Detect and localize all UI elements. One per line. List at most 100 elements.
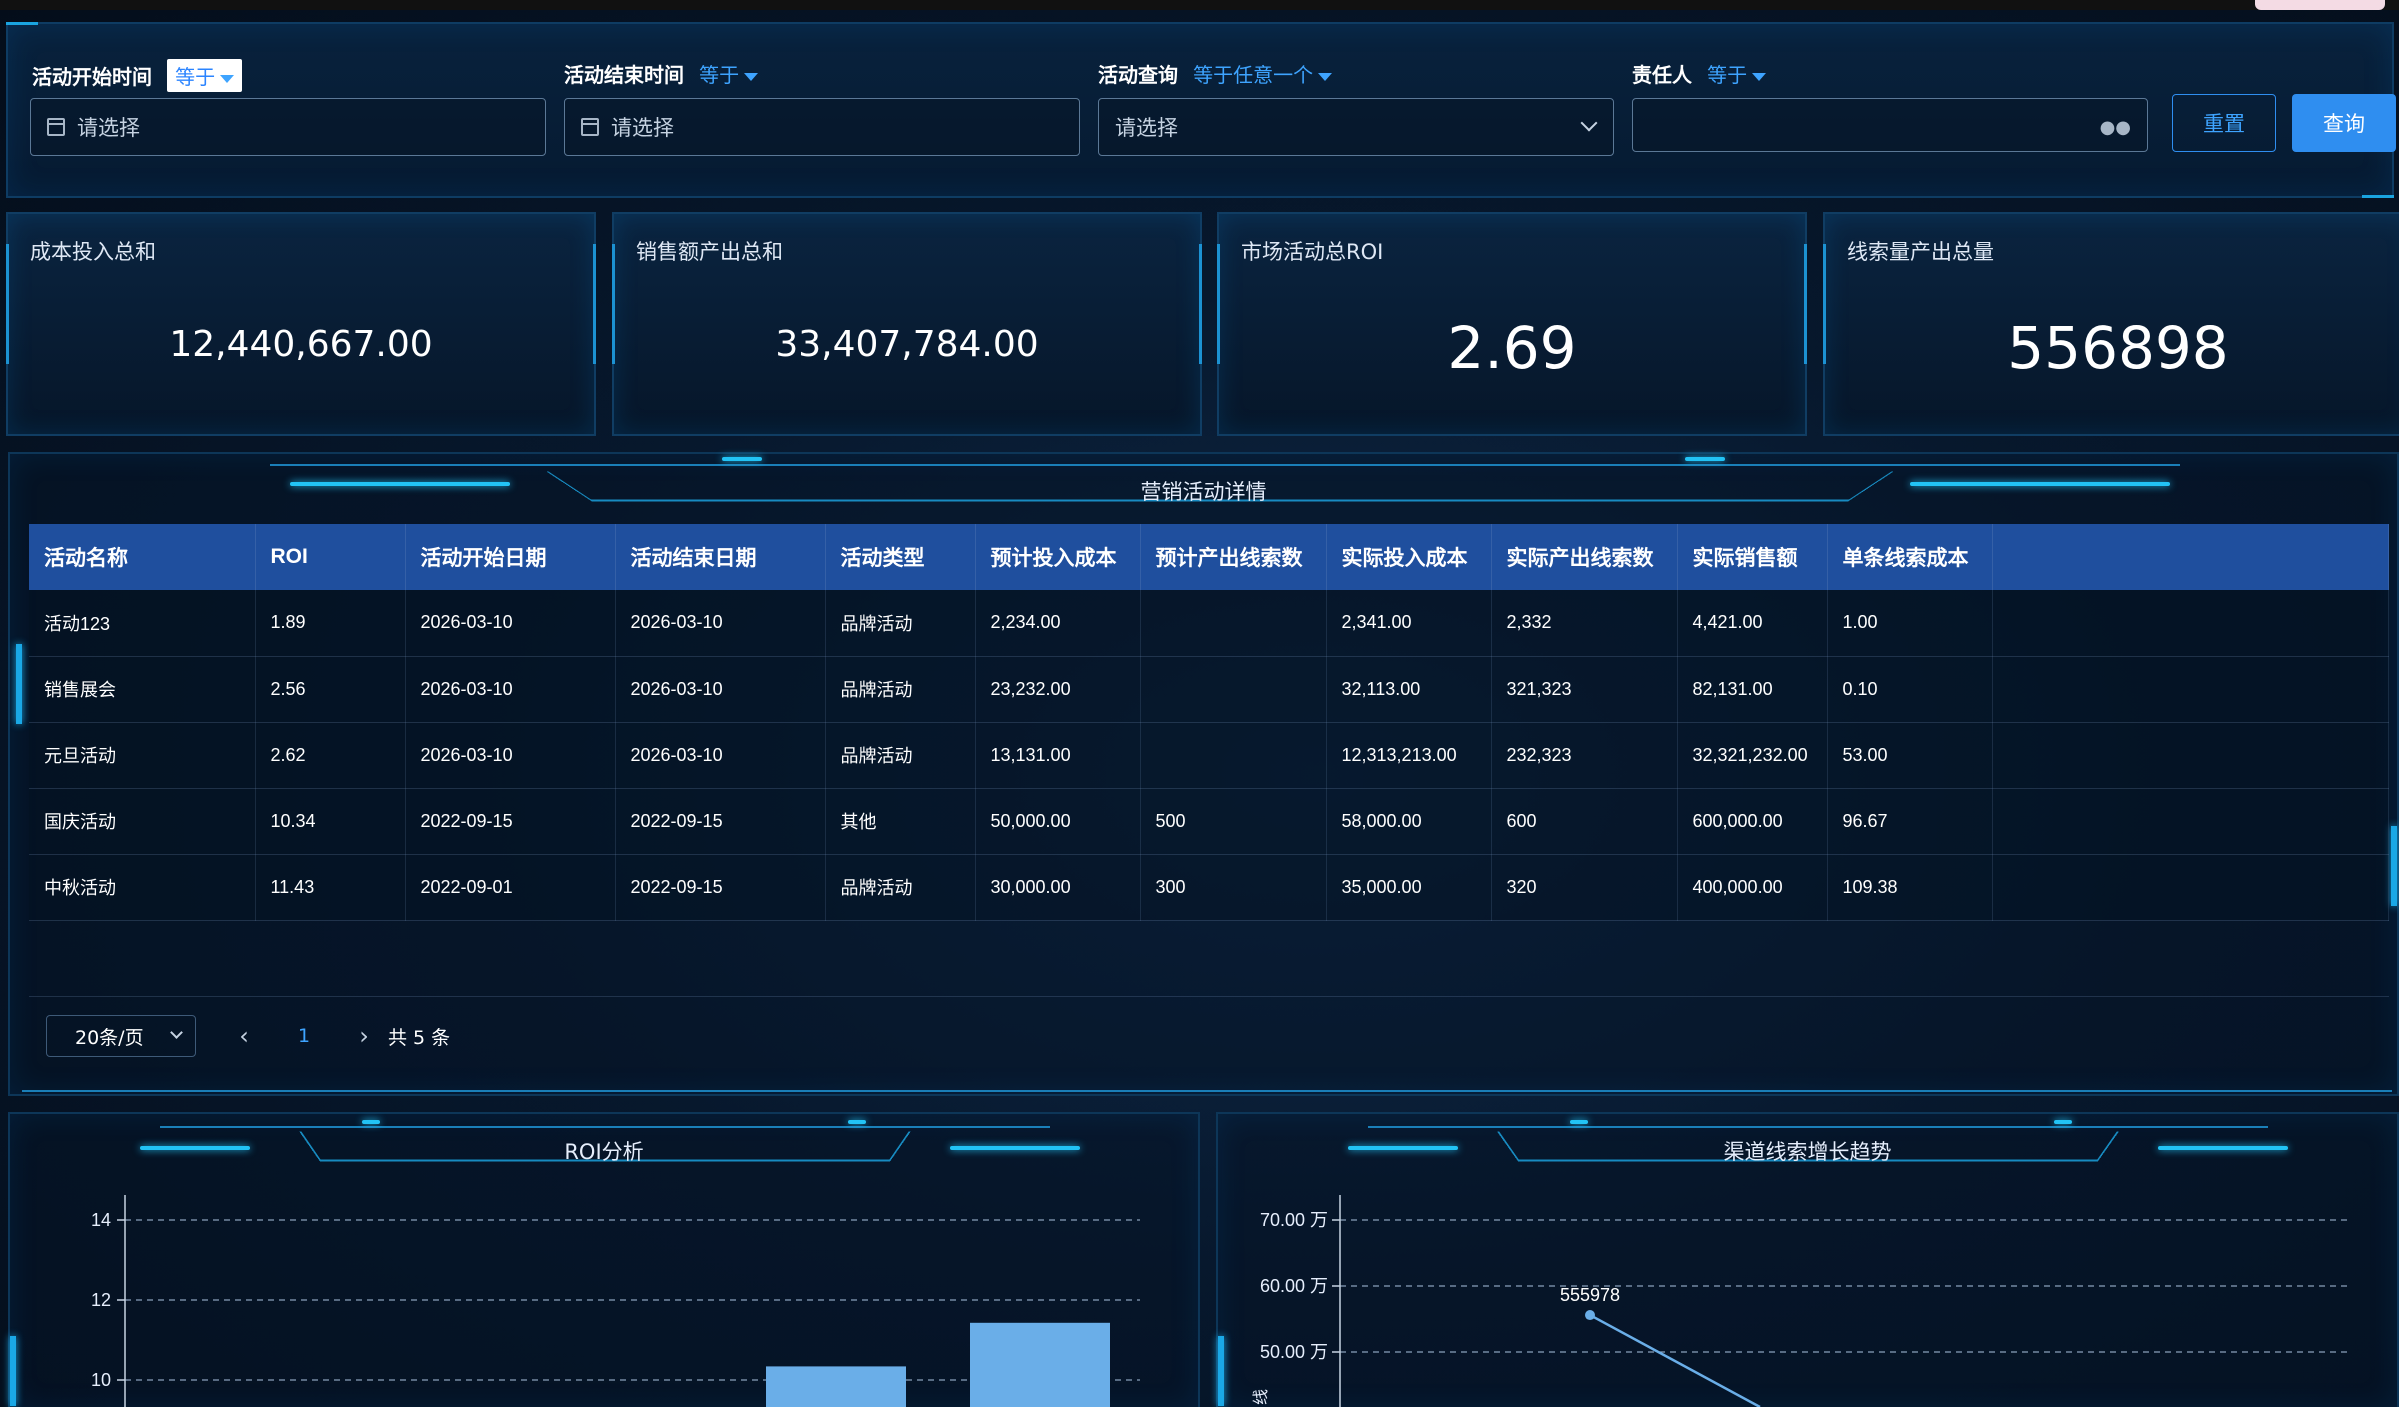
column-header-filler <box>1992 524 2389 590</box>
column-header[interactable]: 活动结束日期 <box>615 524 826 590</box>
table-cell: 2.62 <box>255 722 406 789</box>
table-empty-space <box>29 919 2389 997</box>
reset-button[interactable]: 重置 <box>2172 94 2276 152</box>
y-tick-label: 50.00 万 <box>1260 1342 1328 1362</box>
table-row[interactable]: 中秋活动 11.43 2022-09-01 2022-09-15 品牌活动 30,000.… <box>29 854 2389 921</box>
column-header[interactable]: 实际销售额 <box>1677 524 1828 590</box>
header-glow-dot <box>848 1120 866 1124</box>
table-row[interactable]: 元旦活动 2.62 2026-03-10 2026-03-10 品牌活动 13,131.0… <box>29 722 2389 789</box>
table-cell: 32,321,232.00 <box>1677 722 1828 789</box>
table-row[interactable]: 销售展会 2.56 2026-03-10 2026-03-10 品牌活动 23,232.0… <box>29 656 2389 723</box>
filter-owner-operator[interactable]: 等于 <box>1707 59 1767 88</box>
roi-bar <box>766 1366 906 1407</box>
lead-trend-line-chart: 70.00 万 60.00 万 50.00 万线 555978 <box>1252 1195 2350 1407</box>
kpi-title: 销售额产出总和 <box>636 240 783 264</box>
table-cell: 1.00 <box>1827 590 1993 657</box>
table-cell: 2026-03-10 <box>405 722 616 789</box>
table-cell <box>1140 656 1327 723</box>
filter-activity-query-operator[interactable]: 等于任意一个 <box>1193 59 1333 88</box>
table-cell: 300 <box>1140 854 1327 921</box>
header-glow-dot <box>1570 1120 1588 1124</box>
column-header[interactable]: 单条线索成本 <box>1827 524 1993 590</box>
table-cell: 12,313,213.00 <box>1326 722 1492 789</box>
header-glow-dot <box>2054 1120 2072 1124</box>
panel-bottom-line <box>22 1090 2392 1092</box>
y-axis-label: 线 <box>1252 1389 1270 1405</box>
table-cell: 600 <box>1491 788 1678 855</box>
filter-activity-query-label: 活动查询 <box>1098 63 1178 87</box>
table-cell: 400,000.00 <box>1677 854 1828 921</box>
pagination: 20条/页 ‹ 1 › 共 5 条 <box>46 1015 450 1057</box>
end-time-input[interactable]: 请选择 <box>564 98 1080 156</box>
filter-start-time: 活动开始时间 等于 <box>32 59 243 92</box>
table-row[interactable]: 国庆活动 10.34 2022-09-15 2022-09-15 其他 50,000.00… <box>29 788 2389 855</box>
owner-input[interactable]: ●● <box>1632 98 2148 152</box>
roi-bar-chart: 14 12 10 <box>91 1195 1140 1407</box>
trend-line-segment <box>1589 1313 1761 1407</box>
column-header[interactable]: 预计投入成本 <box>975 524 1141 590</box>
column-header[interactable]: 活动开始日期 <box>405 524 616 590</box>
kpi-value: 12,440,667.00 <box>169 324 433 365</box>
table-cell: 2022-09-15 <box>615 788 826 855</box>
users-icon: ●● <box>2099 117 2131 138</box>
column-header[interactable]: 实际产出线索数 <box>1491 524 1678 590</box>
filter-owner: 责任人 等于 <box>1632 59 1767 88</box>
calendar-icon <box>47 118 65 136</box>
window-top-strip <box>0 0 2399 10</box>
end-time-placeholder: 请选择 <box>611 116 674 140</box>
table-cell: 2022-09-15 <box>405 788 616 855</box>
table-cell: 2022-09-15 <box>615 854 826 921</box>
filter-start-time-operator[interactable]: 等于 <box>167 59 243 92</box>
caret-down-icon <box>220 74 235 83</box>
table-cell: 2026-03-10 <box>615 656 826 723</box>
table-cell: 58,000.00 <box>1326 788 1492 855</box>
table-cell: 109.38 <box>1827 854 1993 921</box>
activity-query-select[interactable]: 请选择 <box>1098 98 1614 156</box>
table-cell: 元旦活动 <box>29 722 256 789</box>
trend-point <box>1585 1310 1595 1321</box>
table-cell: 2.56 <box>255 656 406 723</box>
table-cell <box>1140 590 1327 657</box>
table-cell-filler <box>1992 722 2389 789</box>
column-header[interactable]: 活动名称 <box>29 524 256 590</box>
table-cell: 321,323 <box>1491 656 1678 723</box>
table-cell: 32,113.00 <box>1326 656 1492 723</box>
table-cell: 11.43 <box>255 854 406 921</box>
table-cell: 2,332 <box>1491 590 1678 657</box>
column-header[interactable]: 实际投入成本 <box>1326 524 1492 590</box>
table-cell-filler <box>1992 590 2389 657</box>
next-page-button[interactable]: › <box>344 1022 384 1050</box>
query-button[interactable]: 查询 <box>2292 94 2396 152</box>
right-side-accent <box>2391 826 2397 906</box>
panel-title: 营销活动详情 <box>1140 480 1267 504</box>
left-side-accent <box>16 644 22 724</box>
column-header[interactable]: 预计产出线索数 <box>1140 524 1327 590</box>
table-cell: 品牌活动 <box>825 722 976 789</box>
filter-end-time: 活动结束时间 等于 <box>564 59 759 88</box>
table-cell: 23,232.00 <box>975 656 1141 723</box>
header-thin-line <box>270 464 2180 466</box>
table-cell: 2026-03-10 <box>405 656 616 723</box>
column-header[interactable]: 活动类型 <box>825 524 976 590</box>
table-cell: 10.34 <box>255 788 406 855</box>
page-size-select[interactable]: 20条/页 <box>46 1015 196 1057</box>
prev-page-button[interactable]: ‹ <box>224 1022 264 1050</box>
header-glow-dot <box>722 457 762 461</box>
table-cell: 其他 <box>825 788 976 855</box>
filter-owner-label: 责任人 <box>1632 63 1692 87</box>
table-cell: 53.00 <box>1827 722 1993 789</box>
filter-end-time-operator[interactable]: 等于 <box>699 59 759 88</box>
start-time-input[interactable]: 请选择 <box>30 98 546 156</box>
table-cell: 国庆活动 <box>29 788 256 855</box>
column-header[interactable]: ROI <box>255 524 406 590</box>
table-cell-filler <box>1992 788 2389 855</box>
panel-title: ROI分析 <box>564 1140 644 1164</box>
table-cell: 82,131.00 <box>1677 656 1828 723</box>
table-cell: 0.10 <box>1827 656 1993 723</box>
page-number-1[interactable]: 1 <box>284 1025 324 1047</box>
table-row[interactable]: 活动123 1.89 2026-03-10 2026-03-10 品牌活动 2,234.0… <box>29 590 2389 657</box>
table-body: 活动123 1.89 2026-03-10 2026-03-10 品牌活动 2,234.0… <box>29 590 2389 921</box>
corner-badge <box>2255 0 2385 10</box>
kpi-value: 556898 <box>2007 314 2229 382</box>
start-time-placeholder: 请选择 <box>77 116 140 140</box>
